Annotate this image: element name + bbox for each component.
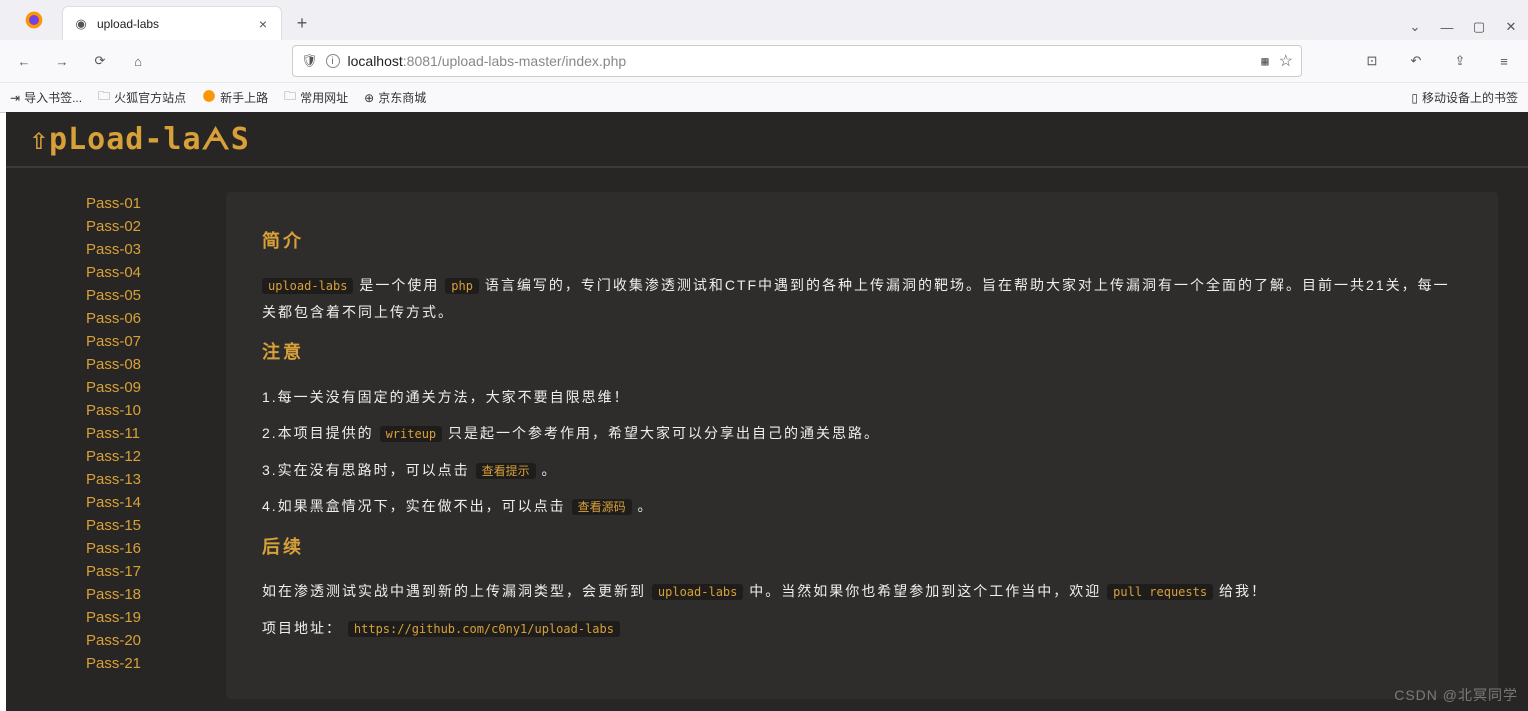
hint-button[interactable]: 查看提示: [476, 463, 536, 479]
tag-writeup: writeup: [380, 426, 443, 442]
tab-close-button[interactable]: ×: [255, 16, 271, 32]
chevron-down-icon[interactable]: ⌄: [1408, 20, 1422, 34]
sidebar-item-pass-09[interactable]: Pass-09: [86, 376, 196, 399]
window-maximize-button[interactable]: ▢: [1472, 20, 1486, 34]
sidebar-item-pass-03[interactable]: Pass-03: [86, 238, 196, 261]
bookmark-jd[interactable]: ⊕京东商城: [364, 89, 426, 106]
source-button[interactable]: 查看源码: [572, 499, 632, 515]
import-icon: ⇥: [10, 91, 20, 105]
back-button[interactable]: ←: [10, 47, 38, 75]
folder-icon: 🗀: [284, 87, 296, 108]
main-content: 简介 upload-labs 是一个使用 php 语言编写的，专门收集渗透测试和…: [226, 192, 1498, 699]
forward-button[interactable]: →: [48, 47, 76, 75]
new-tab-button[interactable]: +: [288, 9, 316, 37]
page-header: ⇧pLoad-laᗅS: [6, 112, 1528, 168]
folder-icon: 🗀: [98, 87, 110, 108]
notice-1: 1.每一关没有固定的通关方法，大家不要自限思维！: [262, 384, 1462, 411]
project-address: 项目地址： https://github.com/c0ny1/upload-la…: [262, 615, 1462, 642]
sidebar-item-pass-12[interactable]: Pass-12: [86, 445, 196, 468]
tag-upload-labs-2: upload-labs: [652, 584, 743, 600]
url-bar[interactable]: 🛡 i localhost:8081/upload-labs-master/in…: [292, 45, 1302, 77]
sidebar-item-pass-08[interactable]: Pass-08: [86, 353, 196, 376]
heading-notice: 注意: [262, 335, 1462, 369]
firefox-icon: [202, 89, 216, 106]
site-logo[interactable]: ⇧pLoad-laᗅS: [30, 122, 250, 157]
watermark: CSDN @北冥同学: [1394, 685, 1518, 705]
project-link[interactable]: https://github.com/c0ny1/upload-labs: [348, 621, 620, 637]
page-content: ⇧pLoad-laᗅS Pass-01Pass-02Pass-03Pass-04…: [6, 112, 1528, 711]
sidebar-item-pass-04[interactable]: Pass-04: [86, 261, 196, 284]
home-button[interactable]: ⌂: [124, 47, 152, 75]
mobile-icon: ▯: [1411, 91, 1418, 105]
notice-4: 4.如果黑盒情况下，实在做不出，可以点击 查看源码 。: [262, 493, 1462, 520]
sidebar-item-pass-13[interactable]: Pass-13: [86, 468, 196, 491]
globe-icon: ⊕: [364, 91, 374, 105]
heading-followup: 后续: [262, 530, 1462, 564]
qr-icon[interactable]: ▦: [1261, 54, 1268, 68]
sidebar-item-pass-05[interactable]: Pass-05: [86, 284, 196, 307]
window-minimize-button[interactable]: —: [1440, 20, 1454, 34]
bookmark-common[interactable]: 🗀常用网址: [284, 87, 348, 108]
sidebar-item-pass-10[interactable]: Pass-10: [86, 399, 196, 422]
intro-paragraph: upload-labs 是一个使用 php 语言编写的，专门收集渗透测试和CTF…: [262, 272, 1462, 325]
sidebar-item-pass-20[interactable]: Pass-20: [86, 629, 196, 652]
browser-tab[interactable]: ◉ upload-labs ×: [62, 6, 282, 40]
url-text: localhost:8081/upload-labs-master/index.…: [348, 53, 627, 69]
notice-3: 3.实在没有思路时，可以点击 查看提示 。: [262, 457, 1462, 484]
tab-strip: ◉ upload-labs × + ⌄ — ▢ ✕: [0, 0, 1528, 40]
shield-icon: 🛡: [301, 53, 318, 69]
sidebar-item-pass-11[interactable]: Pass-11: [86, 422, 196, 445]
sidebar-item-pass-01[interactable]: Pass-01: [86, 192, 196, 215]
notice-2: 2.本项目提供的 writeup 只是起一个参考作用，希望大家可以分享出自己的通…: [262, 420, 1462, 447]
nav-toolbar: ← → ⟳ ⌂ 🛡 i localhost:8081/upload-labs-m…: [0, 40, 1528, 82]
tag-pull-requests: pull requests: [1107, 584, 1213, 600]
tab-favicon-icon: ◉: [73, 16, 89, 32]
bookmark-import[interactable]: ⇥导入书签...: [10, 89, 82, 106]
browser-chrome: ◉ upload-labs × + ⌄ — ▢ ✕ ← → ⟳ ⌂ 🛡 i lo…: [0, 0, 1528, 113]
firefox-logo-icon[interactable]: [20, 6, 48, 34]
bookmark-mobile[interactable]: ▯移动设备上的书签: [1411, 89, 1518, 106]
bookmarks-toolbar: ⇥导入书签... 🗀火狐官方站点 新手上路 🗀常用网址 ⊕京东商城 ▯移动设备上…: [0, 82, 1528, 112]
hamburger-menu-button[interactable]: ≡: [1490, 47, 1518, 75]
sidebar-item-pass-21[interactable]: Pass-21: [86, 652, 196, 675]
sidebar-item-pass-15[interactable]: Pass-15: [86, 514, 196, 537]
bookmark-star-icon[interactable]: ☆: [1279, 51, 1293, 71]
heading-intro: 简介: [262, 224, 1462, 258]
sidebar-item-pass-16[interactable]: Pass-16: [86, 537, 196, 560]
reload-button[interactable]: ⟳: [86, 47, 114, 75]
tag-upload-labs: upload-labs: [262, 278, 353, 294]
tag-php: php: [445, 278, 479, 294]
sidebar-item-pass-07[interactable]: Pass-07: [86, 330, 196, 353]
sidebar-item-pass-14[interactable]: Pass-14: [86, 491, 196, 514]
crop-icon[interactable]: ⊡: [1358, 47, 1386, 75]
sidebar-item-pass-19[interactable]: Pass-19: [86, 606, 196, 629]
sidebar-item-pass-02[interactable]: Pass-02: [86, 215, 196, 238]
followup-paragraph: 如在渗透测试实战中遇到新的上传漏洞类型，会更新到 upload-labs 中。当…: [262, 578, 1462, 605]
sidebar-item-pass-18[interactable]: Pass-18: [86, 583, 196, 606]
bookmark-firefox-site[interactable]: 🗀火狐官方站点: [98, 87, 186, 108]
sidebar-item-pass-17[interactable]: Pass-17: [86, 560, 196, 583]
info-icon[interactable]: i: [326, 54, 340, 68]
undo-icon[interactable]: ↶: [1402, 47, 1430, 75]
window-close-button[interactable]: ✕: [1504, 20, 1518, 34]
sidebar-item-pass-06[interactable]: Pass-06: [86, 307, 196, 330]
sidebar-nav: Pass-01Pass-02Pass-03Pass-04Pass-05Pass-…: [26, 192, 196, 699]
tab-title: upload-labs: [97, 17, 255, 31]
share-icon[interactable]: ⇪: [1446, 47, 1474, 75]
bookmark-new-user[interactable]: 新手上路: [202, 89, 268, 106]
